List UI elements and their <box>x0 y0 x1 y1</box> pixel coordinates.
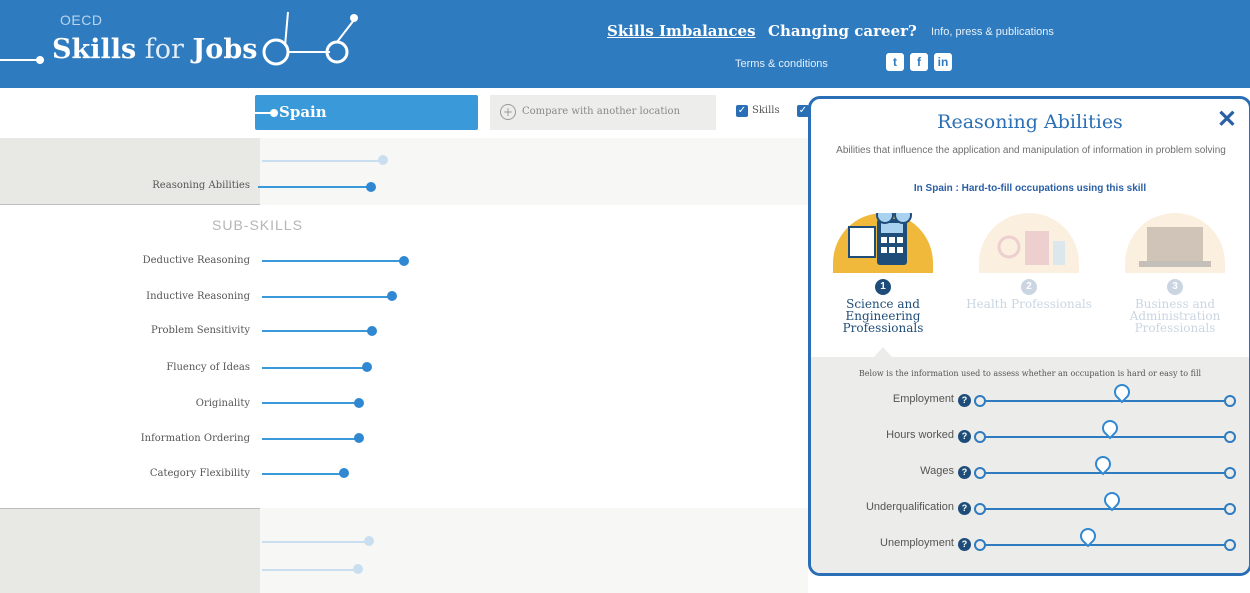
occupation-name-1: Science and Engineering Professionals <box>842 297 924 335</box>
plus-endpoint-icon <box>1224 467 1236 479</box>
compare-location-button[interactable]: + Compare with another location <box>490 95 716 130</box>
occupation-name-2: Health Professionals <box>966 297 1092 311</box>
faint-skill-dot <box>364 536 374 546</box>
main-skill-bar[interactable] <box>258 186 370 188</box>
subskill-dot[interactable] <box>387 291 397 301</box>
science-engineering-illustration <box>833 206 933 273</box>
calculator-icon <box>848 206 912 265</box>
panel-location-subtitle: In Spain : Hard-to-fill occupations usin… <box>913 183 1147 194</box>
plus-endpoint-icon <box>1224 431 1236 443</box>
faint-skill-bar <box>262 541 370 543</box>
laptop-icon <box>1139 227 1211 267</box>
indicator-note: Below is the information used to assess … <box>858 369 1202 378</box>
minus-endpoint-icon <box>974 503 986 515</box>
nav-info-press[interactable]: Info, press & publications <box>931 26 1054 38</box>
subskill-dot[interactable] <box>339 468 349 478</box>
indicator-label: Hours worked <box>886 429 954 441</box>
indicator-label: Unemployment <box>880 537 954 549</box>
occupation-card-2[interactable]: 2 Health Professionals <box>959 203 1099 373</box>
plus-endpoint-icon <box>1224 503 1236 515</box>
subskill-label[interactable]: Inductive Reasoning <box>146 291 250 302</box>
subskill-bar[interactable] <box>262 438 358 440</box>
close-icon[interactable]: ✕ <box>1217 105 1237 134</box>
subskill-label[interactable]: Information Ordering <box>141 433 250 444</box>
chart-lane-top <box>260 138 808 205</box>
subskill-label[interactable]: Problem Sensitivity <box>151 325 250 336</box>
linkedin-icon[interactable]: in <box>934 53 952 71</box>
subskill-label[interactable]: Category Flexibility <box>150 468 250 479</box>
subskill-bar[interactable] <box>262 330 372 332</box>
subskill-bar[interactable] <box>262 473 344 475</box>
location-selector[interactable]: Spain <box>255 95 478 130</box>
help-icon[interactable]: ? <box>958 502 971 515</box>
nav-skills-imbalances[interactable]: Skills Imbalances <box>607 22 756 40</box>
business-administration-illustration <box>1125 213 1225 273</box>
help-icon[interactable]: ? <box>958 394 971 407</box>
subskill-dot[interactable] <box>399 256 409 266</box>
indicator-label: Employment <box>892 393 954 405</box>
facebook-icon[interactable]: f <box>910 53 928 71</box>
occupation-card-3[interactable]: 3 Business and Administration Profession… <box>1105 203 1245 373</box>
indicator-label: Wages <box>920 465 954 477</box>
location-name: Spain <box>279 103 327 121</box>
panel-title: Reasoning Abilities <box>937 111 1123 133</box>
indicator-track <box>981 544 1229 546</box>
help-icon[interactable]: ? <box>958 466 971 479</box>
subskill-bar[interactable] <box>262 260 404 262</box>
subskill-label[interactable]: Originality <box>196 398 250 409</box>
panel-description: Abilities that influence the application… <box>836 145 1226 156</box>
plus-endpoint-icon <box>1224 395 1236 407</box>
nav-terms[interactable]: Terms & conditions <box>735 58 828 70</box>
indicator-track <box>981 400 1229 402</box>
minus-endpoint-icon <box>974 431 986 443</box>
occupation-rank-1: 1 <box>875 279 891 295</box>
skill-detail-panel: Reasoning Abilities ✕ Abilities that inf… <box>808 96 1250 576</box>
twitter-icon[interactable]: t <box>886 53 904 71</box>
subskill-label[interactable]: Fluency of Ideas <box>166 362 250 373</box>
health-professionals-illustration <box>979 213 1079 273</box>
faint-skill-bar <box>262 569 358 571</box>
occupation-name-3: Business and Administration Professional… <box>1129 297 1221 335</box>
location-marker-icon <box>255 109 278 117</box>
indicator-label: Underqualification <box>865 501 954 513</box>
occupation-rank-2: 2 <box>1021 279 1037 295</box>
subskill-dot[interactable] <box>354 398 364 408</box>
minus-endpoint-icon <box>974 395 986 407</box>
subskill-bar[interactable] <box>262 402 360 404</box>
help-icon[interactable]: ? <box>958 430 971 443</box>
faint-skill-dot <box>378 155 388 165</box>
selection-pointer <box>873 347 893 358</box>
help-icon[interactable]: ? <box>958 538 971 551</box>
main-skill-dot[interactable] <box>366 182 376 192</box>
brand-decor-lines <box>0 11 358 66</box>
header-bar: OECD Skills for Jobs Skills Imbalances C… <box>0 0 1250 88</box>
indicator-section: Below is the information used to assess … <box>811 347 1249 573</box>
occupation-rank-3: 3 <box>1167 279 1183 295</box>
subskill-dot[interactable] <box>367 326 377 336</box>
subskill-label-area <box>0 205 260 508</box>
plus-endpoint-icon <box>1224 539 1236 551</box>
nav-changing-career[interactable]: Changing career? <box>768 22 917 40</box>
sub-skills-heading: SUB-SKILLS <box>212 217 303 233</box>
main-skill-label[interactable]: Reasoning Abilities <box>152 180 250 191</box>
plus-icon: + <box>500 104 516 120</box>
subskill-dot[interactable] <box>354 433 364 443</box>
minus-endpoint-icon <box>974 539 986 551</box>
skills-checkbox[interactable]: ✓ <box>736 105 748 117</box>
subskill-bar[interactable] <box>262 367 366 369</box>
indicator-track <box>981 508 1229 510</box>
skills-filter-label: Skills <box>752 105 780 116</box>
subskill-bar[interactable] <box>262 296 392 298</box>
subskill-label[interactable]: Deductive Reasoning <box>143 255 250 266</box>
faint-skill-bar <box>262 160 384 162</box>
minus-endpoint-icon <box>974 467 986 479</box>
stethoscope-icon <box>997 231 1065 265</box>
chart-lane-bottom <box>260 508 808 593</box>
indicator-track <box>981 436 1229 438</box>
compare-label: Compare with another location <box>522 106 681 117</box>
faint-skill-dot <box>353 564 363 574</box>
subskill-dot[interactable] <box>362 362 372 372</box>
